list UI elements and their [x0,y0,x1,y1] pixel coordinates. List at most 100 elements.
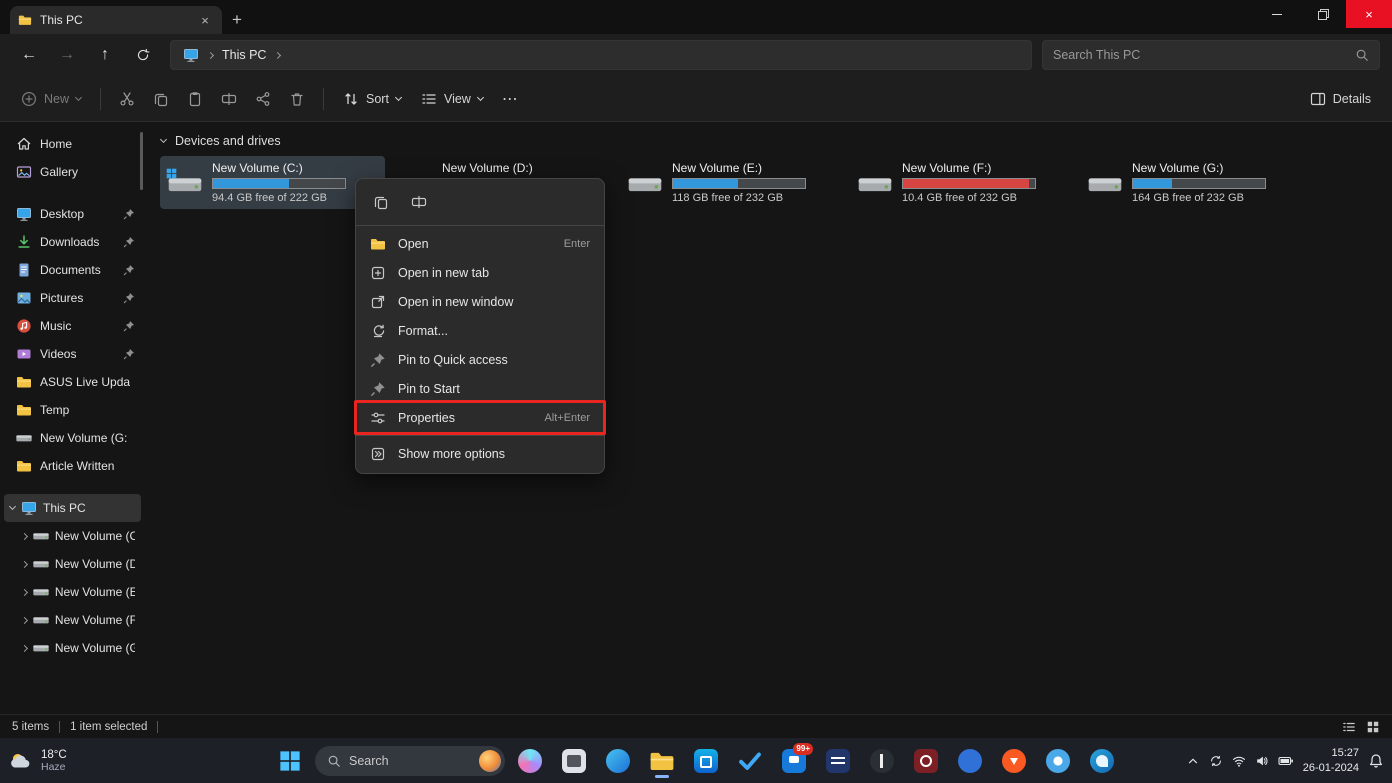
delete-button[interactable] [281,83,313,115]
menu-item-pin-to-start[interactable]: Pin to Start [356,374,604,403]
videos-icon [16,346,32,362]
taskbar-app-9[interactable] [819,742,857,780]
sidebar-item-desktop[interactable]: Desktop [4,200,141,228]
start-button[interactable] [271,742,309,780]
taskbar-app-15[interactable] [1083,742,1121,780]
taskbar-app-2[interactable] [555,742,593,780]
menu-item-open-in-new-tab[interactable]: Open in new tab [356,258,604,287]
taskbar-app-copilot[interactable] [511,742,549,780]
back-button[interactable]: ← [12,40,46,70]
chevron-right-icon[interactable] [21,533,28,540]
share-button[interactable] [247,83,279,115]
details-pane-button[interactable]: Details [1301,84,1380,114]
taskbar-app-store[interactable] [687,742,725,780]
sidebar-tree-new-volume-f[interactable]: New Volume (F [4,606,141,634]
sidebar-item-downloads[interactable]: Downloads [4,228,141,256]
more-options-button[interactable]: ⋯ [494,89,527,109]
explorer-tab[interactable]: This PC × [10,6,222,34]
rename-button[interactable] [213,83,245,115]
breadcrumb-chevron-icon[interactable] [274,51,281,58]
wifi-icon[interactable] [1232,754,1246,768]
sidebar-scrollbar[interactable] [140,132,143,190]
new-tab-button[interactable]: + [222,6,252,34]
running-indicator [655,775,669,778]
paste-button[interactable] [179,83,211,115]
view-button[interactable]: View [412,84,492,114]
sync-icon[interactable] [1209,754,1223,768]
copy-button[interactable] [145,83,177,115]
refresh-button[interactable] [126,40,160,70]
taskbar-app-11[interactable] [907,742,945,780]
cut-button[interactable] [111,83,143,115]
sidebar-tree-new-volume-e[interactable]: New Volume (E [4,578,141,606]
notifications-bell-icon[interactable] [1368,753,1384,769]
sidebar-item-pictures[interactable]: Pictures [4,284,141,312]
breadcrumb[interactable]: This PC [222,48,266,62]
volume-icon[interactable] [1255,754,1269,768]
taskbar-search[interactable]: Search [315,746,505,776]
taskbar-app-file-explorer[interactable] [643,742,681,780]
battery-icon[interactable] [1278,753,1294,769]
sidebar-item-article-written[interactable]: Article Written [4,452,141,480]
menu-item-open[interactable]: Open Enter [356,229,604,258]
sidebar-item-gallery[interactable]: Gallery [4,158,141,186]
sidebar-item-asus-live-update[interactable]: ASUS Live Upda [4,368,141,396]
drive-tile-f[interactable]: New Volume (F:) 10.4 GB free of 232 GB [850,156,1075,209]
chevron-right-icon[interactable] [21,589,28,596]
drive-tile-g[interactable]: New Volume (G:) 164 GB free of 232 GB [1080,156,1305,209]
new-tab-icon [370,265,386,281]
thumbnail-view-toggle-icon[interactable] [1366,720,1380,734]
sort-button[interactable]: Sort [334,84,410,114]
sidebar-tree-new-volume-g[interactable]: New Volume (G [4,634,141,662]
chevron-right-icon[interactable] [21,616,28,623]
tab-close-icon[interactable]: × [196,11,214,29]
chevron-right-icon[interactable] [21,645,28,652]
search-input[interactable] [1053,48,1347,62]
menu-item-show-more-options[interactable]: Show more options [356,439,604,468]
devices-and-drives-header[interactable]: Devices and drives [155,130,1392,152]
menu-item-open-in-new-window[interactable]: Open in new window [356,287,604,316]
minimize-button[interactable] [1254,0,1300,28]
sidebar-tree-new-volume-d[interactable]: New Volume (D [4,550,141,578]
search-icon[interactable] [1355,48,1369,62]
clock[interactable]: 15:27 26-01-2024 [1303,746,1359,775]
sidebar-item-videos[interactable]: Videos [4,340,141,368]
drive-name: New Volume (F:) [902,161,1067,175]
forward-button[interactable]: → [50,40,84,70]
taskbar-app-check[interactable] [731,742,769,780]
weather-widget[interactable]: 18°C Haze [8,749,67,773]
copy-button[interactable] [366,188,396,216]
menu-item-properties[interactable]: Properties Alt+Enter [356,403,604,432]
section-collapse-icon[interactable] [160,136,167,143]
sidebar-item-temp[interactable]: Temp [4,396,141,424]
sidebar-tree-new-volume-c[interactable]: New Volume (C [4,522,141,550]
drive-name: New Volume (E:) [672,161,837,175]
taskbar-app-10[interactable] [863,742,901,780]
sidebar-item-home[interactable]: Home [4,130,141,158]
menu-item-pin-to-quick-access[interactable]: Pin to Quick access [356,345,604,374]
rename-button[interactable] [404,188,434,216]
sidebar-item-new-volume-g[interactable]: New Volume (G: [4,424,141,452]
sidebar-item-this-pc[interactable]: This PC [4,494,141,522]
menu-item-format[interactable]: Format... [356,316,604,345]
taskbar-app-chrome[interactable] [1039,742,1077,780]
sidebar-item-documents[interactable]: Documents [4,256,141,284]
address-bar[interactable]: This PC [170,40,1032,70]
taskbar-app-brave[interactable] [995,742,1033,780]
sidebar-item-music[interactable]: Music [4,312,141,340]
taskbar-app-12[interactable] [951,742,989,780]
up-button[interactable]: ↑ [88,40,122,70]
chevron-right-icon[interactable] [21,561,28,568]
details-view-toggle-icon[interactable] [1342,720,1356,734]
close-button[interactable]: × [1346,0,1392,28]
pin-icon [123,348,135,360]
taskbar-app-chat[interactable]: 99+ [775,742,813,780]
drive-tile-e[interactable]: New Volume (E:) 118 GB free of 232 GB [620,156,845,209]
selection-count: 1 item selected [70,721,147,733]
hidden-icons-chevron-icon[interactable] [1186,754,1200,768]
drive-tile-c[interactable]: New Volume (C:) 94.4 GB free of 222 GB [160,156,385,209]
taskbar-app-edge[interactable] [599,742,637,780]
restore-button[interactable] [1300,0,1346,28]
new-button[interactable]: New [12,84,90,114]
chevron-down-icon[interactable] [9,503,16,510]
